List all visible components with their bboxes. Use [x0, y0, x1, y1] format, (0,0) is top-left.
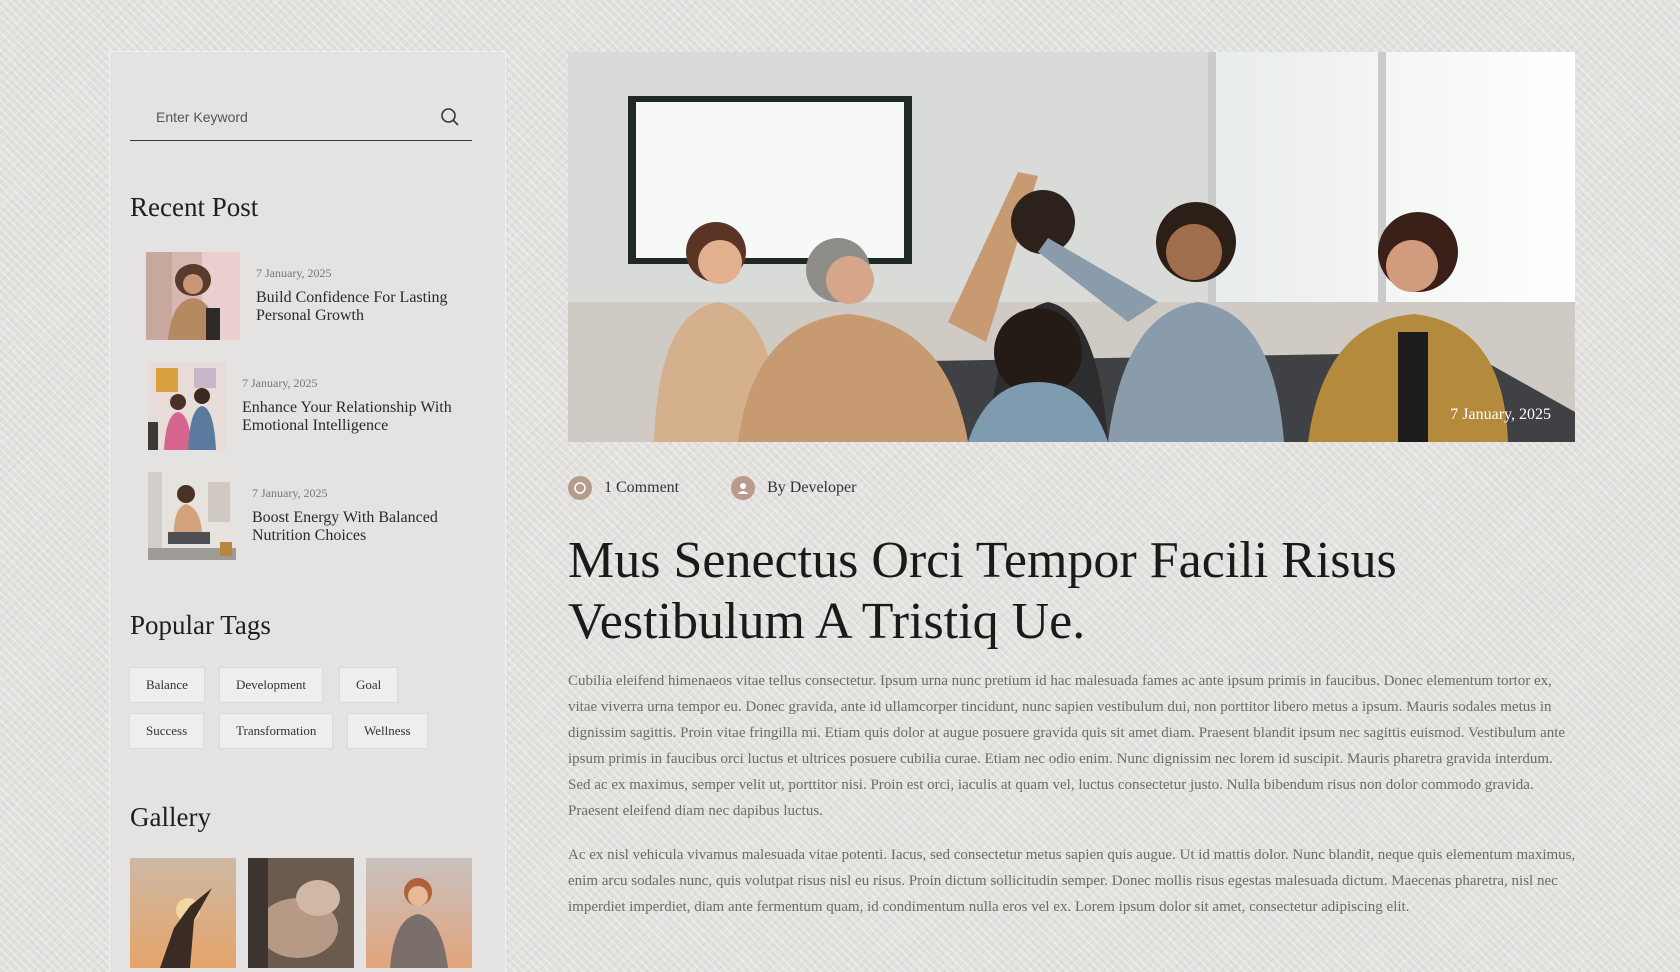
search-box [130, 94, 472, 141]
recent-post-date: 7 January, 2025 [242, 376, 318, 390]
recent-post-date: 7 January, 2025 [252, 486, 328, 500]
tag-wellness[interactable]: Wellness [348, 714, 427, 748]
recent-post-title[interactable]: Boost Energy With Balanced Nutrition Cho… [252, 509, 472, 545]
gallery-heading: Gallery [130, 802, 211, 832]
post-paragraph: Cubilia eleifend himenaeos vitae tellus … [568, 673, 1566, 819]
post-title: Mus Senectus Orci Tempor Facili Risus Ve… [568, 532, 1397, 650]
author-link[interactable]: By Developer [731, 476, 856, 500]
popular-tags-heading: Popular Tags [130, 610, 271, 640]
recent-post-thumbnail[interactable] [148, 362, 226, 450]
post-meta: 1 Comment By Developer [568, 476, 908, 500]
recent-post-item[interactable]: 7 January, 2025 Enhance Your Relationshi… [148, 362, 462, 450]
user-icon [731, 476, 756, 500]
recent-post-date: 7 January, 2025 [256, 266, 332, 280]
author-name: By Developer [767, 479, 857, 496]
post-image-date: 7 January, 2025 [1450, 406, 1551, 423]
gallery-grid [130, 858, 472, 968]
search-input[interactable] [130, 108, 436, 126]
recent-post-item[interactable]: 7 January, 2025 Boost Energy With Balanc… [148, 472, 472, 560]
recent-post-title[interactable]: Enhance Your Relationship With Emotional… [242, 399, 462, 435]
recent-post-title[interactable]: Build Confidence For Lasting Personal Gr… [256, 289, 476, 325]
recent-post-text: 7 January, 2025 Enhance Your Relationshi… [242, 362, 462, 435]
recent-post-item[interactable]: 7 January, 2025 Build Confidence For Las… [146, 252, 476, 340]
sidebar: Recent Post 7 January, 2025 Build Confid… [110, 52, 505, 972]
tag-success[interactable]: Success [130, 714, 204, 748]
tag-goal[interactable]: Goal [340, 668, 398, 702]
tag-balance[interactable]: Balance [130, 668, 204, 702]
recent-post-thumbnail[interactable] [146, 252, 240, 340]
recent-post-text: 7 January, 2025 Boost Energy With Balanc… [252, 472, 472, 545]
post-featured-image: 7 January, 2025 [568, 52, 1575, 442]
post-paragraph: Ac ex nisl vehicula vivamus malesuada vi… [568, 847, 1576, 915]
tag-transformation[interactable]: Transformation [220, 714, 333, 748]
recent-post-heading: Recent Post [130, 192, 259, 222]
comment-icon [568, 476, 592, 500]
gallery-image[interactable] [130, 858, 236, 968]
comments-count: 1 Comment [604, 479, 680, 496]
gallery-image[interactable] [366, 858, 472, 968]
tag-development[interactable]: Development [220, 668, 323, 702]
search-icon[interactable] [436, 103, 464, 131]
gallery-image[interactable] [248, 858, 354, 968]
recent-post-text: 7 January, 2025 Build Confidence For Las… [256, 252, 476, 325]
recent-post-thumbnail[interactable] [148, 472, 236, 560]
comments-link[interactable]: 1 Comment [568, 476, 679, 500]
